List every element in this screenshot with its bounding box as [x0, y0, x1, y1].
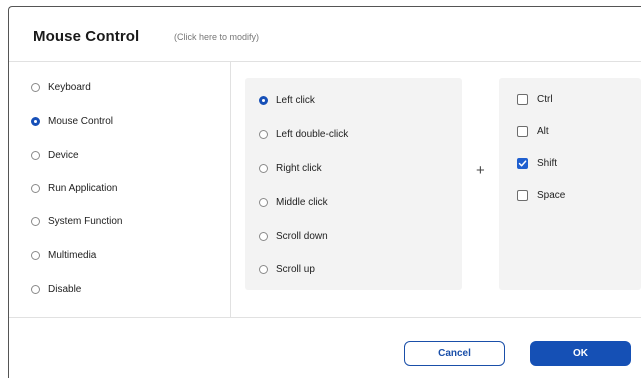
action-item-right-click[interactable]: Right click	[259, 163, 322, 174]
action-label: Left click	[276, 95, 315, 106]
action-item-scroll-up[interactable]: Scroll up	[259, 264, 315, 275]
action-label: Scroll down	[276, 231, 328, 242]
category-item-disable[interactable]: Disable	[31, 284, 81, 295]
modifier-label: Space	[537, 190, 566, 201]
radio-button[interactable]	[259, 198, 268, 207]
action-item-middle-click[interactable]: Middle click	[259, 197, 328, 208]
category-label: Mouse Control	[48, 116, 114, 127]
modifier-label: Ctrl	[537, 94, 553, 105]
action-item-scroll-down[interactable]: Scroll down	[259, 231, 328, 242]
action-item-left-double-click[interactable]: Left double-click	[259, 129, 348, 140]
radio-button[interactable]	[31, 217, 40, 226]
radio-button[interactable]	[31, 151, 40, 160]
action-label: Middle click	[276, 197, 328, 208]
checkmark-icon	[518, 160, 527, 167]
radio-button-selected[interactable]	[259, 96, 268, 105]
sidebar-divider	[230, 62, 231, 317]
modifier-label: Shift	[537, 158, 558, 169]
radio-button[interactable]	[31, 184, 40, 193]
header-divider	[9, 61, 641, 62]
radio-button[interactable]	[259, 164, 268, 173]
category-item-keyboard[interactable]: Keyboard	[31, 82, 91, 93]
ok-button[interactable]: OK	[530, 341, 631, 366]
category-label: Keyboard	[48, 82, 91, 93]
category-label: Multimedia	[48, 250, 97, 261]
modify-hint-link[interactable]: (Click here to modify)	[174, 32, 259, 42]
category-label: System Function	[48, 216, 123, 227]
modifier-item-shift[interactable]: Shift	[517, 158, 557, 169]
modifier-key-panel	[499, 78, 641, 290]
checkbox[interactable]	[517, 94, 528, 105]
plus-icon: +	[476, 162, 485, 179]
category-item-run-application[interactable]: Run Application	[31, 183, 118, 194]
modifier-item-ctrl[interactable]: Ctrl	[517, 94, 553, 105]
category-label: Run Application	[48, 183, 118, 194]
action-label: Scroll up	[276, 264, 315, 275]
dialog-title: Mouse Control	[33, 28, 140, 45]
checkbox[interactable]	[517, 190, 528, 201]
checkbox-checked[interactable]	[517, 158, 528, 169]
radio-button-selected[interactable]	[31, 117, 40, 126]
radio-button[interactable]	[259, 232, 268, 241]
modifier-label: Alt	[537, 126, 549, 137]
action-item-left-click[interactable]: Left click	[259, 95, 315, 106]
radio-button[interactable]	[31, 251, 40, 260]
radio-button[interactable]	[259, 265, 268, 274]
action-label: Left double-click	[276, 129, 349, 140]
radio-button[interactable]	[259, 130, 268, 139]
category-label: Disable	[48, 284, 82, 295]
action-label: Right click	[276, 163, 322, 174]
modifier-item-space[interactable]: Space	[517, 190, 565, 201]
checkbox[interactable]	[517, 126, 528, 137]
radio-button[interactable]	[31, 83, 40, 92]
cancel-button[interactable]: Cancel	[404, 341, 505, 366]
category-item-device[interactable]: Device	[31, 150, 79, 161]
category-item-mouse-control[interactable]: Mouse Control	[31, 116, 113, 127]
mouse-action-panel	[245, 78, 462, 290]
footer-divider	[9, 317, 641, 318]
radio-button[interactable]	[31, 285, 40, 294]
category-item-multimedia[interactable]: Multimedia	[31, 250, 96, 261]
category-item-system-function[interactable]: System Function	[31, 216, 122, 227]
modifier-item-alt[interactable]: Alt	[517, 126, 549, 137]
category-label: Device	[48, 150, 79, 161]
